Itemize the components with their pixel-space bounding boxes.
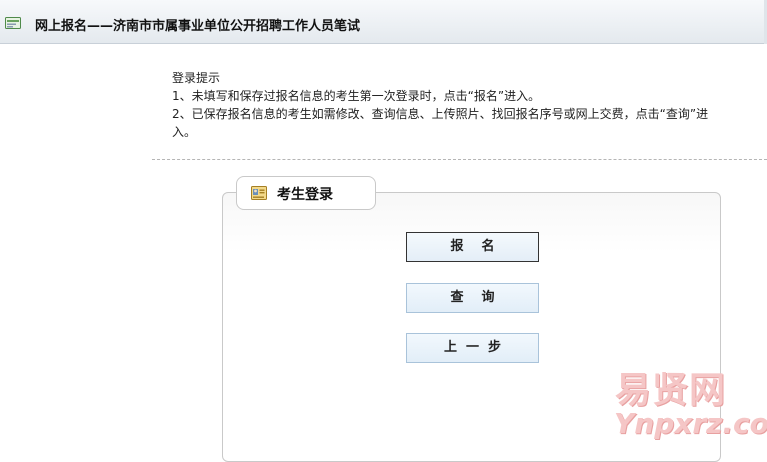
login-panel-title: 考生登录 — [277, 187, 333, 203]
tips-line-1: 1、未填写和保存过报名信息的考生第一次登录时，点击“报名”进入。 — [172, 89, 541, 103]
watermark-en: Ynpxrz.com — [614, 407, 767, 440]
back-button[interactable]: 上 一 步 — [406, 333, 539, 363]
tips-line-2: 2、已保存报名信息的考生如需修改、查询信息、上传照片、找回报名序号或网上交费，点… — [172, 107, 709, 121]
tips-heading: 登录提示 — [172, 71, 221, 85]
login-panel-tab: 考生登录 — [236, 176, 376, 210]
divider — [152, 159, 767, 160]
query-button[interactable]: 查 询 — [406, 283, 539, 313]
header-bar: 网上报名——济南市市属事业单位公开招聘工作人员笔试 — [0, 0, 767, 44]
register-button[interactable]: 报 名 — [406, 232, 539, 262]
tips-line-2-cont: 入。 — [172, 125, 197, 139]
watermark-cn: 易贤网 — [615, 370, 727, 411]
register-form-icon — [5, 17, 21, 29]
page-title: 网上报名——济南市市属事业单位公开招聘工作人员笔试 — [35, 19, 361, 34]
id-card-icon — [251, 186, 267, 200]
login-tips: 登录提示 1、未填写和保存过报名信息的考生第一次登录时，点击“报名”进入。 2、… — [172, 69, 767, 141]
